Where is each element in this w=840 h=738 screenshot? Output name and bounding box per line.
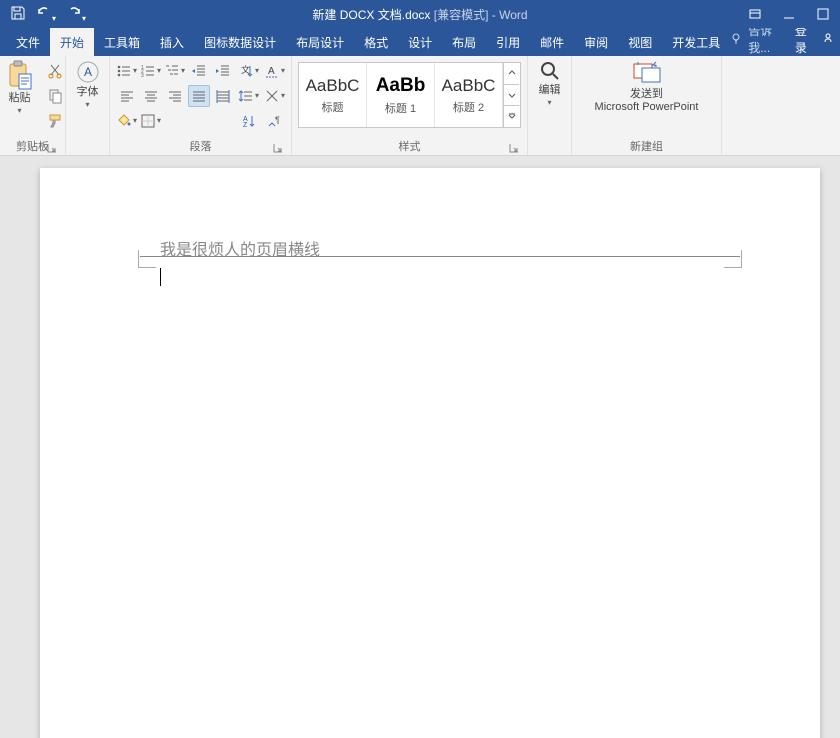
- bullets-icon[interactable]: ▾: [116, 60, 138, 82]
- svg-text:A: A: [268, 66, 275, 77]
- tab-home[interactable]: 开始: [50, 28, 94, 56]
- dialog-launcher-icon[interactable]: [47, 143, 57, 153]
- distributed-icon[interactable]: [212, 85, 234, 107]
- redo-icon[interactable]: ▾: [66, 5, 86, 24]
- title-bar: ▾ ▾ 新建 DOCX 文档.docx [兼容模式] - Word: [0, 0, 840, 28]
- group-label-clipboard: 剪贴板: [16, 138, 49, 154]
- ribbon-tabs: 文件 开始 工具箱 插入 图标数据设计 布局设计 格式 设计 布局 引用 邮件 …: [0, 28, 840, 56]
- header-boundary-mark: [724, 250, 742, 268]
- styles-gallery[interactable]: AaBbC 标题 AaBb 标题 1 AaBbC 标题 2: [298, 62, 521, 128]
- tab-layout[interactable]: 布局: [442, 28, 486, 56]
- style-item[interactable]: AaBbC 标题: [299, 63, 367, 127]
- paste-button[interactable]: 粘贴 ▾: [0, 60, 40, 115]
- align-center-icon[interactable]: [140, 85, 162, 107]
- group-label-paragraph: 段落: [190, 138, 212, 154]
- gallery-up-icon[interactable]: [504, 63, 519, 85]
- svg-text:A: A: [83, 65, 91, 79]
- group-font: A 字体 ▾: [66, 56, 110, 155]
- minimize-icon[interactable]: [772, 0, 806, 28]
- document-page[interactable]: 我是很烦人的页眉横线: [40, 168, 820, 738]
- group-paragraph: ▾ 123▾ ▾ ▾ ▾ 文▾: [110, 56, 292, 155]
- asian-layout-icon[interactable]: ▾: [264, 85, 286, 107]
- tab-format[interactable]: 格式: [354, 28, 398, 56]
- window-controls: [738, 0, 840, 28]
- lightbulb-icon: [730, 32, 742, 47]
- header-boundary-mark: [138, 250, 156, 268]
- svg-text:3: 3: [141, 73, 144, 79]
- tab-layout-design[interactable]: 布局设计: [286, 28, 354, 56]
- undo-icon[interactable]: ▾: [36, 5, 56, 24]
- svg-text:¶: ¶: [275, 115, 280, 125]
- save-icon[interactable]: [10, 5, 26, 24]
- align-right-icon[interactable]: [164, 85, 186, 107]
- snap-to-grid-icon[interactable]: A▾: [264, 60, 286, 82]
- shading-icon[interactable]: ▾: [116, 110, 138, 132]
- line-spacing-icon[interactable]: ▾: [238, 85, 260, 107]
- window-title: 新建 DOCX 文档.docx [兼容模式] - Word: [312, 6, 527, 23]
- increase-indent-icon[interactable]: [212, 60, 234, 82]
- sort-icon[interactable]: AZ: [238, 110, 260, 132]
- tab-references[interactable]: 引用: [486, 28, 530, 56]
- svg-text:Z: Z: [243, 122, 248, 129]
- ribbon: 粘贴 ▾ 剪贴板 A 字体 ▾ ▾: [0, 56, 840, 156]
- tab-review[interactable]: 审阅: [574, 28, 618, 56]
- group-editing: 编辑 ▾: [528, 56, 572, 155]
- group-label-newgroup: 新建组: [630, 138, 663, 154]
- gallery-down-icon[interactable]: [504, 85, 519, 107]
- header-rule-line: [140, 256, 740, 257]
- multilevel-list-icon[interactable]: ▾: [164, 60, 186, 82]
- numbering-icon[interactable]: 123▾: [140, 60, 162, 82]
- group-label-styles: 样式: [399, 138, 421, 154]
- tab-file[interactable]: 文件: [6, 28, 50, 56]
- tab-insert[interactable]: 插入: [150, 28, 194, 56]
- dialog-launcher-icon[interactable]: [509, 143, 519, 153]
- group-clipboard: 粘贴 ▾ 剪贴板: [0, 56, 66, 155]
- tab-chart-data-design[interactable]: 图标数据设计: [194, 28, 286, 56]
- tab-design[interactable]: 设计: [398, 28, 442, 56]
- group-styles: AaBbC 标题 AaBb 标题 1 AaBbC 标题 2: [292, 56, 528, 155]
- decrease-indent-icon[interactable]: [188, 60, 210, 82]
- justify-icon[interactable]: [188, 85, 210, 107]
- style-item[interactable]: AaBb 标题 1: [367, 63, 435, 127]
- dialog-launcher-icon[interactable]: [273, 143, 283, 153]
- align-left-icon[interactable]: [116, 85, 138, 107]
- text-cursor: [160, 268, 161, 286]
- show-marks-icon[interactable]: ¶: [264, 110, 286, 132]
- send-to-powerpoint-button[interactable]: 发送到Microsoft PowerPoint: [577, 60, 717, 114]
- cut-icon[interactable]: [44, 60, 66, 82]
- document-workspace[interactable]: 我是很烦人的页眉横线: [0, 156, 840, 738]
- tab-developer[interactable]: 开发工具: [662, 28, 730, 56]
- font-button[interactable]: A 字体 ▾: [68, 60, 108, 109]
- maximize-icon[interactable]: [806, 0, 840, 28]
- text-direction-icon[interactable]: 文▾: [238, 60, 260, 82]
- style-item[interactable]: AaBbC 标题 2: [435, 63, 503, 127]
- format-painter-icon[interactable]: [44, 110, 66, 132]
- ribbon-display-icon[interactable]: [738, 0, 772, 28]
- svg-text:文: 文: [241, 64, 250, 75]
- gallery-more-icon[interactable]: [504, 106, 519, 127]
- share-icon[interactable]: [822, 32, 834, 47]
- editing-button[interactable]: 编辑 ▾: [530, 60, 570, 107]
- tab-toolbox[interactable]: 工具箱: [94, 28, 150, 56]
- tab-view[interactable]: 视图: [618, 28, 662, 56]
- tab-mailings[interactable]: 邮件: [530, 28, 574, 56]
- quick-access-toolbar: ▾ ▾: [0, 5, 86, 24]
- copy-icon[interactable]: [44, 85, 66, 107]
- borders-icon[interactable]: ▾: [140, 110, 162, 132]
- group-newgroup: 发送到Microsoft PowerPoint 新建组: [572, 56, 722, 155]
